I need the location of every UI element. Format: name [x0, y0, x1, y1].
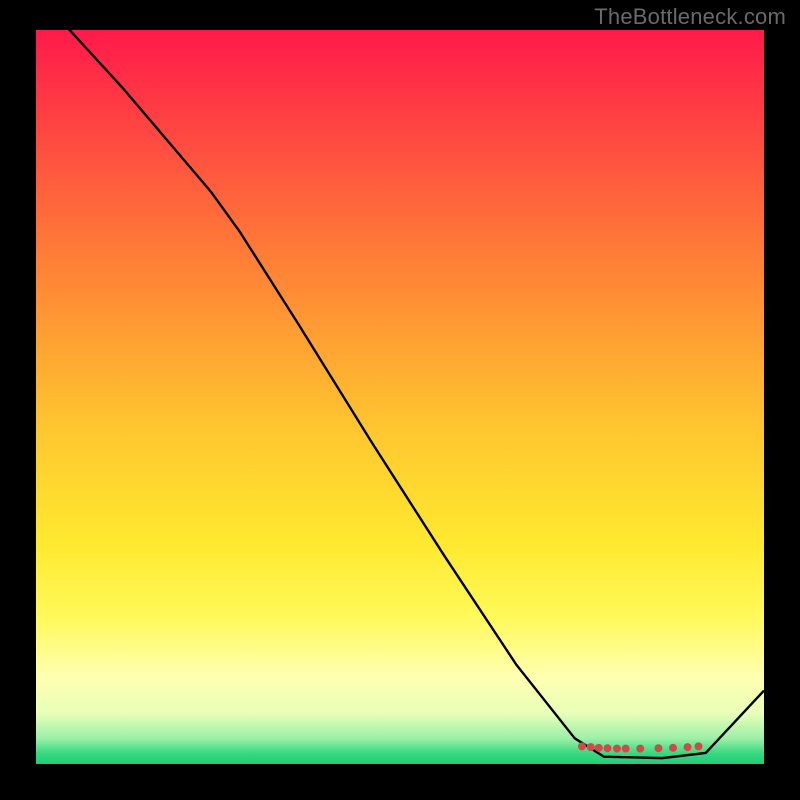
scatter-dot	[578, 742, 586, 750]
scatter-dot	[587, 743, 595, 751]
chart-overlay	[36, 30, 764, 764]
plot-area	[36, 30, 764, 764]
chart-frame: TheBottleneck.com	[0, 0, 800, 800]
scatter-dot	[622, 745, 630, 753]
scatter-dot	[694, 742, 702, 750]
watermark-text: TheBottleneck.com	[594, 4, 786, 30]
scatter-dot	[669, 744, 677, 752]
scatter-dot	[684, 743, 692, 751]
bottleneck-curve	[36, 0, 764, 758]
scatter-dot	[603, 744, 611, 752]
scatter-dot	[595, 744, 603, 752]
scatter-dot	[636, 745, 644, 753]
scatter-dot	[654, 744, 662, 752]
optimal-range-markers	[578, 742, 702, 752]
scatter-dot	[613, 745, 621, 753]
